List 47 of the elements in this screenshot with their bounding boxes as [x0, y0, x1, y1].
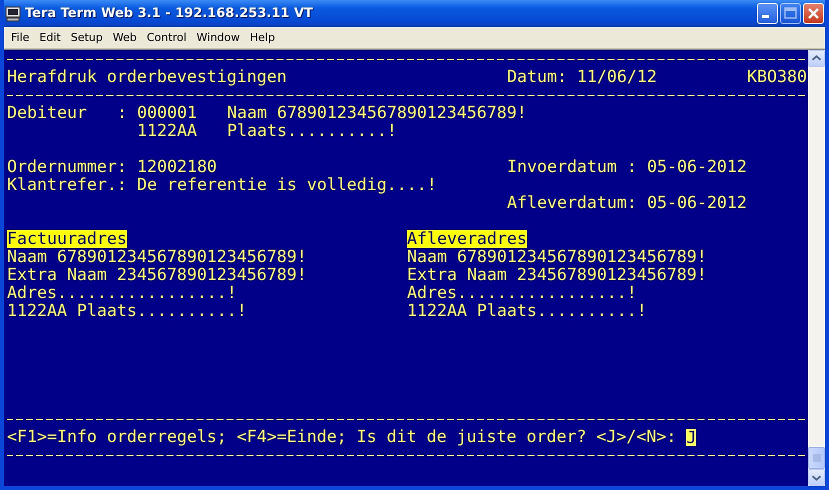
debtor-label: Debiteur	[7, 104, 87, 122]
menu-item[interactable]: Window	[192, 31, 245, 44]
minimize-button[interactable]	[757, 3, 778, 24]
debtor-number: 000001	[137, 104, 197, 122]
reference-label: Klantrefer.:	[7, 176, 127, 194]
entry-date-label: Invoerdatum :	[507, 158, 637, 176]
address-line: Adres.................!	[7, 284, 237, 302]
date-text: Datum: 11/06/12	[507, 68, 657, 86]
address-line: 1122AA Plaats..........!	[7, 302, 247, 320]
address-line: Extra Naam 234567890123456789!	[407, 266, 707, 284]
colon-text: :	[117, 104, 127, 122]
address-heading: Afleveradres	[407, 230, 527, 248]
close-button[interactable]	[803, 3, 824, 24]
scroll-thumb[interactable]	[808, 447, 825, 469]
menu-item[interactable]: Web	[108, 31, 142, 44]
answer-field[interactable]: J	[686, 428, 696, 446]
entry-date: 05-06-2012	[647, 158, 747, 176]
delivery-date-label: Afleverdatum:	[507, 194, 637, 212]
program-code: KBO380	[747, 68, 807, 86]
debtor-postcode: 1122AA	[137, 122, 197, 140]
debtor-name: Naam 678901234567890123456789!	[227, 104, 527, 122]
grip-icon	[812, 454, 820, 462]
menu-item[interactable]: Setup	[66, 31, 108, 44]
scrollbar[interactable]	[808, 50, 825, 486]
address-line: Adres.................!	[407, 284, 637, 302]
debtor-city: Plaats..........!	[227, 122, 397, 140]
address-line: Naam 678901234567890123456789!	[407, 248, 707, 266]
maximize-button[interactable]	[780, 3, 801, 24]
menu-item[interactable]: Help	[244, 31, 280, 44]
terminal-icon[interactable]	[5, 6, 21, 22]
address-line: Extra Naam 234567890123456789!	[7, 266, 307, 284]
window-title: Tera Term Web 3.1 - 192.168.253.11 VT	[25, 6, 314, 21]
minimize-icon	[762, 15, 769, 18]
order-number: 12002180	[137, 158, 217, 176]
screen-title: Herafdruk orderbevestigingen	[7, 68, 287, 86]
address-line: 1122AA Plaats..........!	[407, 302, 647, 320]
address-heading: Factuuradres	[7, 230, 127, 248]
menu-item[interactable]: Edit	[34, 31, 66, 44]
address-line: Naam 678901234567890123456789!	[7, 248, 307, 266]
order-number-label: Ordernummer:	[7, 158, 127, 176]
menu-item[interactable]: File	[6, 31, 34, 44]
prompt-text: <F1>=Info orderregels; <F4>=Einde; Is dit de juiste order? <J>/<N>:	[7, 428, 676, 446]
delivery-date: 05-06-2012	[647, 194, 747, 212]
reference-text: De referentie is volledig....!	[137, 176, 437, 194]
menu-item[interactable]: Control	[142, 31, 192, 44]
scroll-up-button[interactable]	[808, 50, 825, 67]
scroll-down-button[interactable]	[808, 469, 825, 486]
